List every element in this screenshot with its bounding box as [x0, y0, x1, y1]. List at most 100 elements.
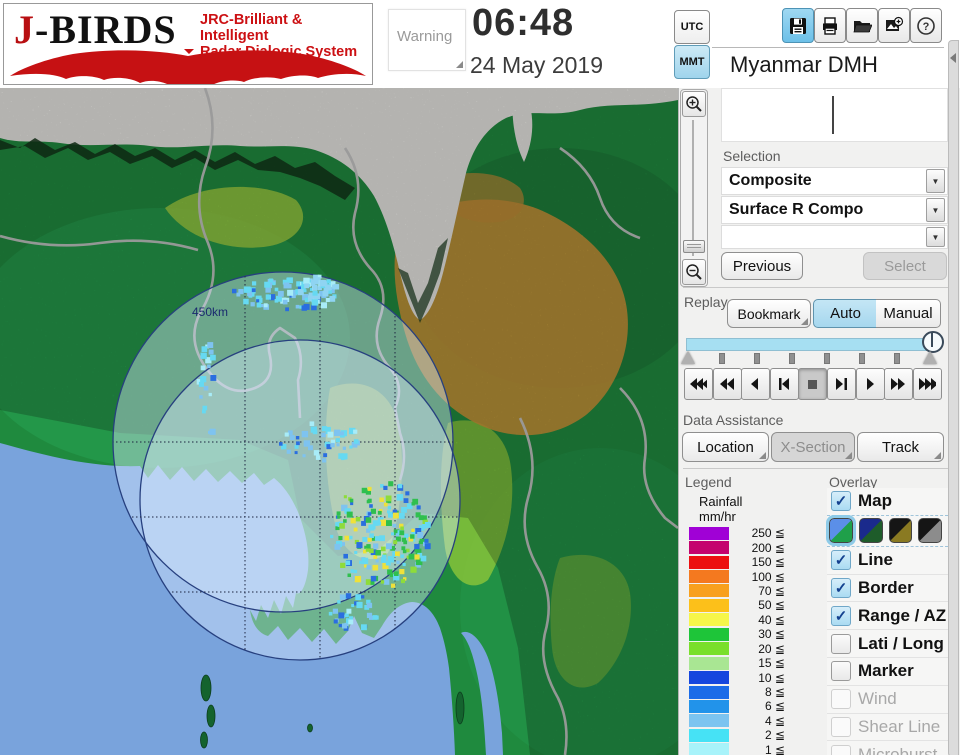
selection-label: Selection	[723, 148, 781, 164]
legend-value: 40 ≦	[758, 612, 785, 627]
legend-row: 150 ≦	[689, 555, 799, 569]
legend-color-swatch	[689, 642, 729, 656]
dropdown-corner-icon	[845, 452, 852, 459]
product-dropdown-1[interactable]: Composite ▼	[721, 167, 948, 195]
legend-color-swatch	[689, 598, 729, 612]
panel-collapse-handle[interactable]	[948, 40, 959, 755]
checkbox-map[interactable]: ✓	[831, 491, 851, 512]
play-button[interactable]	[855, 368, 885, 400]
mmt-button[interactable]: MMT	[674, 45, 710, 79]
step-back-button[interactable]	[769, 368, 799, 400]
map-style-1[interactable]	[826, 515, 856, 547]
replay-progress-slider[interactable]	[686, 338, 936, 351]
legend-label: Legend	[685, 474, 732, 490]
legend-row: 20 ≦	[689, 642, 799, 656]
dropdown-corner-icon	[934, 452, 941, 459]
eagle-icon	[10, 49, 366, 84]
overlay-item-label: Wind	[858, 689, 897, 709]
legend-color-swatch	[689, 743, 729, 755]
open-folder-button[interactable]	[846, 8, 878, 43]
collapse-arrow-icon	[950, 53, 956, 63]
zoom-out-button[interactable]	[682, 259, 706, 285]
play-back-button[interactable]	[741, 368, 771, 400]
overlay-row-map: ✓ Map	[827, 488, 948, 516]
overlay-row-microburst: Microburst	[827, 741, 948, 755]
legend-row: 1 ≦	[689, 743, 799, 755]
checkbox-range-az[interactable]: ✓	[831, 605, 851, 626]
logo-title: J-BIRDS	[14, 6, 177, 53]
slider-tick	[719, 353, 725, 364]
legend-color-swatch	[689, 685, 729, 699]
dropdown-corner-icon	[456, 61, 463, 68]
utc-button[interactable]: UTC	[674, 10, 710, 44]
legend-row: 6 ≦	[689, 699, 799, 713]
checkbox-border[interactable]: ✓	[831, 577, 851, 598]
print-button[interactable]	[814, 8, 846, 43]
chevron-down-icon[interactable]: ▼	[926, 169, 945, 193]
legend-value: 250 ≦	[751, 526, 785, 541]
legend-color-swatch	[689, 656, 729, 670]
legend-value: 2 ≦	[764, 728, 785, 743]
location-button[interactable]: Location	[682, 432, 769, 462]
forward-3-button[interactable]	[912, 368, 942, 400]
product-dropdown-3[interactable]: ▼	[721, 225, 948, 249]
legend-scale: 250 ≦ 200 ≦ 150 ≦ 100 ≦ 70 ≦ 50 ≦ 40 ≦ 3…	[689, 526, 799, 755]
forward-2-button[interactable]	[884, 368, 914, 400]
manual-mode-button[interactable]: Manual	[876, 299, 941, 328]
auto-mode-button[interactable]: Auto	[813, 299, 878, 328]
command-input[interactable]	[721, 88, 948, 142]
overlay-item-label: Range / AZ	[858, 605, 947, 625]
legend-color-swatch	[689, 555, 729, 569]
zoom-in-button[interactable]	[682, 91, 706, 117]
save-button[interactable]	[782, 8, 814, 43]
slider-start-marker[interactable]	[681, 351, 695, 364]
legend-color-swatch	[689, 584, 729, 598]
checkbox-marker[interactable]	[831, 661, 851, 682]
data-assistance-label: Data Assistance	[683, 412, 784, 428]
rewind-2-button[interactable]	[712, 368, 742, 400]
rewind-3-button[interactable]	[684, 368, 713, 400]
add-image-icon	[886, 16, 904, 31]
legend-value: 50 ≦	[758, 598, 785, 613]
legend-value: 200 ≦	[751, 540, 785, 555]
legend-row: 200 ≦	[689, 540, 799, 555]
legend-value: 30 ≦	[758, 627, 785, 642]
slider-end-marker[interactable]	[923, 351, 937, 364]
track-button[interactable]: Track	[857, 432, 944, 462]
bookmark-button[interactable]: Bookmark	[727, 299, 811, 328]
add-image-button[interactable]	[878, 8, 910, 43]
stop-button[interactable]	[798, 368, 828, 400]
help-button[interactable]: ?	[910, 8, 942, 43]
text-caret	[832, 96, 834, 134]
zoom-out-icon	[686, 264, 702, 280]
legend-color-swatch	[689, 699, 729, 713]
warning-dropdown[interactable]: Warning	[388, 9, 466, 71]
legend-color-swatch	[689, 671, 729, 685]
chevron-down-icon[interactable]: ▼	[926, 198, 945, 222]
map-style-2[interactable]	[858, 518, 883, 544]
step-forward-icon	[836, 378, 847, 390]
map-zoom-control	[680, 89, 708, 287]
step-forward-button[interactable]	[827, 368, 856, 400]
checkbox-shear-line	[831, 716, 851, 737]
checkbox-lati-long[interactable]	[831, 633, 851, 654]
replay-slider-handle[interactable]	[922, 331, 944, 353]
checkbox-line[interactable]: ✓	[831, 550, 851, 571]
x-section-button[interactable]: X-Section	[771, 432, 855, 462]
zoom-slider-handle[interactable]	[683, 240, 705, 253]
legend-value: 15 ≦	[758, 656, 785, 671]
zoom-slider-track[interactable]	[692, 120, 694, 256]
chevron-down-icon[interactable]: ▼	[926, 227, 945, 247]
map-style-3[interactable]	[888, 518, 913, 544]
select-button[interactable]: Select	[863, 252, 947, 280]
product-dropdown-2[interactable]: Surface R Compo ▼	[721, 196, 948, 224]
legend-value: 150 ≦	[751, 555, 785, 570]
legend-value: 4 ≦	[764, 713, 785, 728]
map-style-4[interactable]	[918, 518, 942, 544]
legend-title-1: Rainfall	[699, 494, 743, 509]
legend-row: 2 ≦	[689, 728, 799, 742]
legend-value: 10 ≦	[758, 670, 785, 685]
radar-map[interactable]: 450km	[0, 87, 740, 755]
overlay-row-range-az: ✓ Range / AZ	[827, 602, 948, 631]
previous-button[interactable]: Previous	[721, 252, 803, 280]
